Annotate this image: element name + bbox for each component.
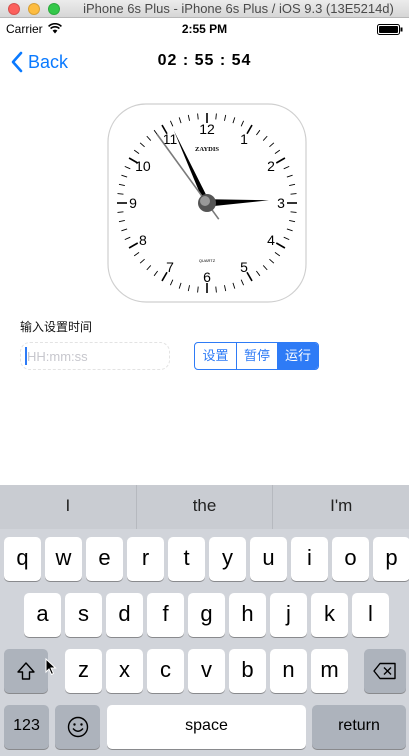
clock-numeral: 9 xyxy=(129,195,137,211)
emoji-key[interactable] xyxy=(55,705,100,749)
key-s[interactable]: s xyxy=(65,593,102,637)
return-key-label: return xyxy=(338,717,380,734)
numbers-key[interactable]: 123 xyxy=(4,705,49,749)
mouse-pointer-icon xyxy=(45,658,57,676)
key-g[interactable]: g xyxy=(188,593,225,637)
clock-face: 121234567891011 ZAYDIS QUARTZ xyxy=(107,103,307,303)
window-title: iPhone 6s Plus - iPhone 6s Plus / iOS 9.… xyxy=(83,1,394,16)
clock-numeral: 8 xyxy=(139,232,147,248)
shift-key[interactable] xyxy=(4,649,48,693)
keyboard: I the I'm q w e r t y u i o p a s d f g h j k l z x c v b n m 123 s… xyxy=(0,485,409,756)
clock-tick xyxy=(290,193,297,195)
emoji-icon xyxy=(67,716,88,738)
battery-icon xyxy=(377,24,403,35)
shift-icon xyxy=(17,662,35,680)
suggestion-1[interactable]: I xyxy=(0,485,136,529)
space-key[interactable]: space xyxy=(107,705,306,749)
clock-numeral: 6 xyxy=(203,269,211,285)
key-i[interactable]: i xyxy=(291,537,328,581)
run-button[interactable]: 运行 xyxy=(277,343,318,369)
clock-tick xyxy=(117,211,124,213)
clock-movement-label: QUARTZ xyxy=(199,258,216,263)
window-zoom-button[interactable] xyxy=(48,3,60,15)
action-segmented-control: 设置 暂停 运行 xyxy=(194,342,319,370)
text-cursor xyxy=(25,347,27,365)
status-bar: Carrier 2:55 PM xyxy=(0,18,409,40)
clock-tick xyxy=(197,286,199,293)
key-l[interactable]: l xyxy=(352,593,389,637)
key-o[interactable]: o xyxy=(332,537,369,581)
key-j[interactable]: j xyxy=(270,593,307,637)
key-b[interactable]: b xyxy=(229,649,266,693)
key-e[interactable]: e xyxy=(86,537,123,581)
clock-hub-highlight xyxy=(200,196,210,206)
key-x[interactable]: x xyxy=(106,649,143,693)
clock-numeral: 10 xyxy=(135,158,151,174)
window-minimize-button[interactable] xyxy=(28,3,40,15)
key-u[interactable]: u xyxy=(250,537,287,581)
key-k[interactable]: k xyxy=(311,593,348,637)
clock-numeral: 5 xyxy=(240,259,248,275)
clock-tick xyxy=(290,211,297,213)
return-key[interactable]: return xyxy=(312,705,406,749)
simulator-title-bar: iPhone 6s Plus - iPhone 6s Plus / iOS 9.… xyxy=(0,0,409,18)
key-v[interactable]: v xyxy=(188,649,225,693)
key-n[interactable]: n xyxy=(270,649,307,693)
status-time: 2:55 PM xyxy=(181,22,228,36)
clock-brand: ZAYDIS xyxy=(195,146,219,153)
set-time-label: 输入设置时间 xyxy=(20,320,93,334)
key-w[interactable]: w xyxy=(45,537,82,581)
clock-numeral: 2 xyxy=(267,158,275,174)
key-p[interactable]: p xyxy=(373,537,409,581)
clock-tick xyxy=(197,113,199,120)
key-f[interactable]: f xyxy=(147,593,184,637)
window-close-button[interactable] xyxy=(8,3,20,15)
delete-icon xyxy=(373,662,396,680)
delete-key[interactable] xyxy=(364,649,406,693)
analog-clock: 12 1 2 3 4 5 6 7 8 9 10 11 ZAYDIS QUARTZ xyxy=(107,103,307,303)
key-t[interactable]: t xyxy=(168,537,205,581)
suggestion-3[interactable]: I'm xyxy=(272,485,409,529)
clock-numeral: 12 xyxy=(199,121,215,137)
space-key-label: space xyxy=(185,717,228,734)
pause-button[interactable]: 暂停 xyxy=(236,343,277,369)
key-m[interactable]: m xyxy=(311,649,348,693)
clock-numeral: 7 xyxy=(166,259,174,275)
predictive-bar: I the I'm xyxy=(0,485,409,529)
key-q[interactable]: q xyxy=(4,537,41,581)
clock-numeral: 4 xyxy=(267,232,275,248)
clock-tick xyxy=(215,113,217,120)
clock-numeral: 1 xyxy=(240,131,248,147)
time-input[interactable] xyxy=(20,342,170,370)
page-title: 02 : 55 : 54 xyxy=(157,52,252,69)
clock-numeral: 3 xyxy=(277,195,285,211)
key-h[interactable]: h xyxy=(229,593,266,637)
numbers-key-label: 123 xyxy=(13,717,40,734)
key-z[interactable]: z xyxy=(65,649,102,693)
navigation-bar: Back 02 : 55 : 54 xyxy=(0,40,409,84)
key-y[interactable]: y xyxy=(209,537,246,581)
key-r[interactable]: r xyxy=(127,537,164,581)
key-a[interactable]: a xyxy=(24,593,61,637)
clock-tick xyxy=(215,286,217,293)
set-button[interactable]: 设置 xyxy=(195,343,236,369)
key-c[interactable]: c xyxy=(147,649,184,693)
suggestion-2[interactable]: the xyxy=(135,485,273,529)
clock-tick xyxy=(117,193,124,195)
key-d[interactable]: d xyxy=(106,593,143,637)
